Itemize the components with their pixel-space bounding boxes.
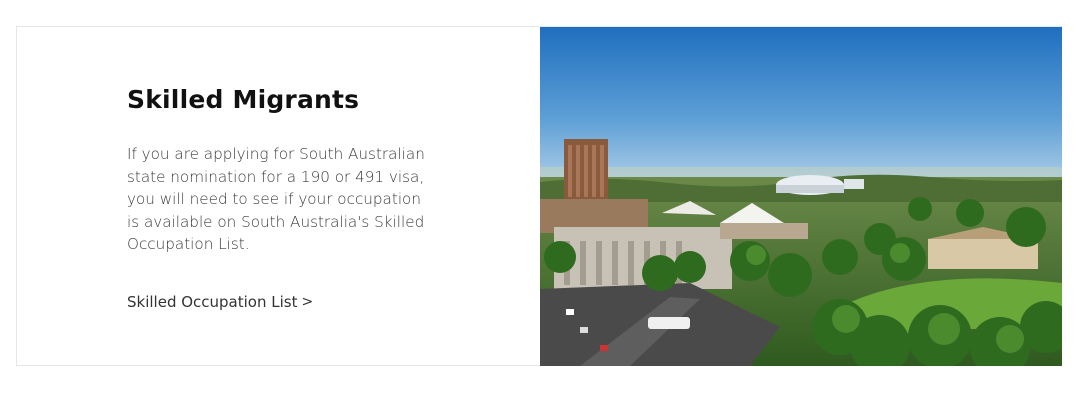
city-aerial-illustration xyxy=(540,27,1062,366)
link-label: Skilled Occupation List xyxy=(127,293,298,311)
sky xyxy=(540,27,1062,179)
card-description: If you are applying for South Australian… xyxy=(127,145,425,253)
skilled-migrants-card: Skilled Migrants If you are applying for… xyxy=(16,26,1062,366)
stadium-base xyxy=(776,185,844,193)
stadium-stand xyxy=(844,179,864,189)
card-text-panel: Skilled Migrants If you are applying for… xyxy=(17,27,540,365)
chevron-right-icon: > xyxy=(301,294,314,310)
festival-centre xyxy=(720,223,808,239)
city-aerial-photo xyxy=(540,27,1062,366)
card-title: Skilled Migrants xyxy=(127,85,360,114)
skilled-occupation-list-link[interactable]: Skilled Occupation List > xyxy=(127,293,313,311)
